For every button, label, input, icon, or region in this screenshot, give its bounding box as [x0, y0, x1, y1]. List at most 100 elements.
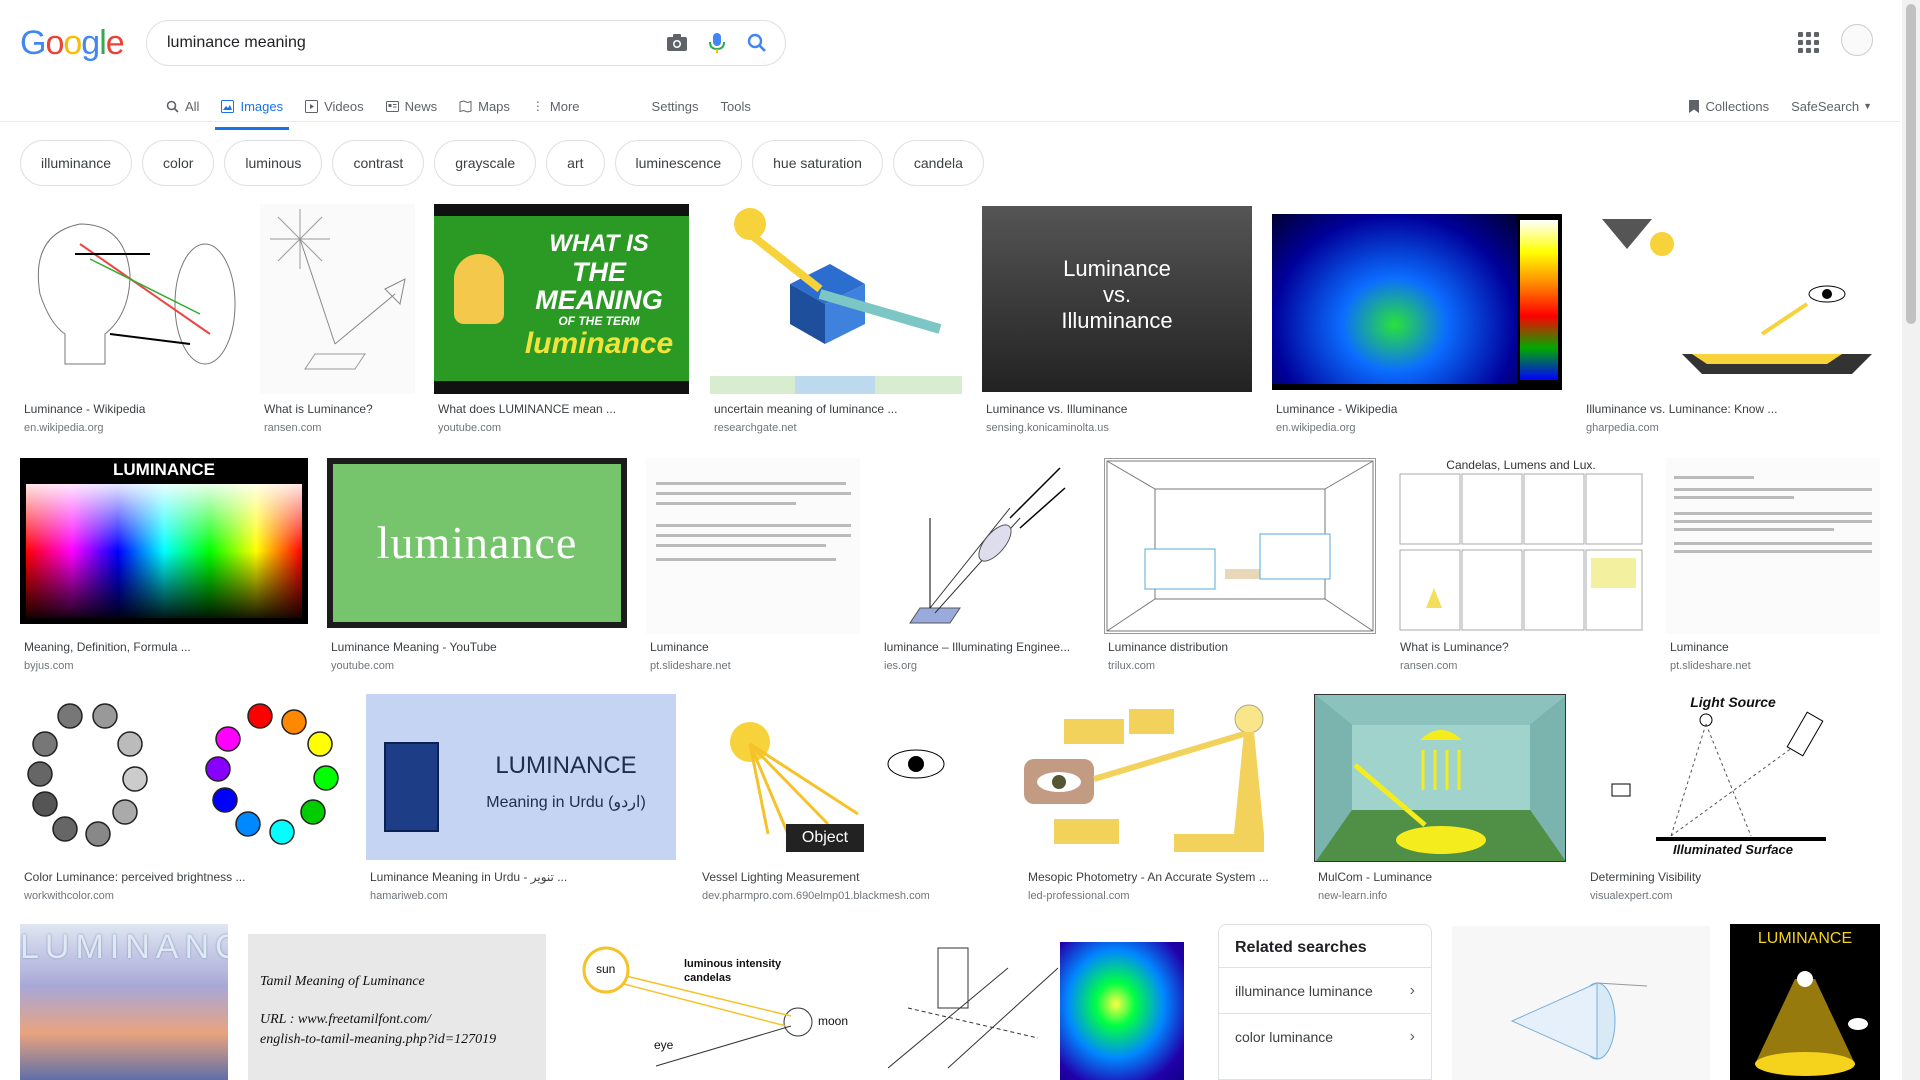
result-title[interactable]: Mesopic Photometry - An Accurate System …	[1028, 870, 1294, 884]
result-title[interactable]: What does LUMINANCE mean ...	[438, 402, 688, 416]
result-card[interactable]: LUMINANCE Meaning in Urdu (اردو) Luminan…	[366, 694, 676, 904]
result-card[interactable]: uncertain meaning of luminance ... resea…	[710, 204, 962, 434]
chip[interactable]: candela	[892, 140, 984, 186]
result-card[interactable]: What is Luminance? ransen.com	[260, 204, 415, 434]
related-item[interactable]: color luminance ›	[1219, 1013, 1431, 1059]
chip[interactable]: art	[546, 140, 605, 186]
safesearch-dropdown[interactable]: SafeSearch ▼	[1791, 99, 1872, 114]
result-card[interactable]: Luminance - Wikipedia en.wikipedia.org	[1272, 204, 1562, 434]
result-title[interactable]: Determining Visibility	[1590, 870, 1880, 884]
result-title[interactable]: Luminance distribution	[1108, 640, 1376, 654]
chip[interactable]: luminescence	[614, 140, 743, 186]
tab-images[interactable]: Images	[215, 90, 289, 130]
result-card[interactable]: Luminance - Wikipedia en.wikipedia.org	[20, 204, 240, 434]
search-icon[interactable]	[737, 23, 777, 63]
result-source: byjus.com	[24, 660, 74, 672]
result-source: pt.slideshare.net	[1670, 660, 1751, 672]
chip[interactable]: grayscale	[434, 140, 537, 186]
tab-all[interactable]: All	[166, 90, 199, 122]
result-thumbnail	[1104, 458, 1376, 634]
result-card[interactable]: Mesopic Photometry - An Accurate System …	[1024, 694, 1294, 904]
result-title[interactable]: uncertain meaning of luminance ...	[714, 402, 962, 416]
result-card[interactable]: LUMINANCE	[1730, 924, 1880, 1080]
result-card[interactable]: sun luminous intensity candelas moon eye	[566, 926, 868, 1080]
thumb-text: Luminance	[1063, 256, 1171, 281]
apps-grid-icon[interactable]	[1796, 30, 1820, 54]
tab-videos[interactable]: Videos	[305, 90, 364, 122]
result-card[interactable]: Color Luminance: perceived brightness ..…	[20, 694, 346, 904]
bookmark-icon	[1688, 99, 1699, 113]
related-searches-panel: Related searches illuminance luminance ›…	[1218, 924, 1432, 1080]
result-card[interactable]: Candelas, Lumens and Lux. What is Lumina…	[1396, 458, 1646, 672]
chip[interactable]: color	[142, 140, 215, 186]
chip[interactable]: illuminance	[20, 140, 133, 186]
thumb-text: luminous intensity	[684, 958, 782, 970]
result-thumbnail: WHAT IS THE MEANING OF THE TERM luminanc…	[434, 204, 689, 394]
result-source: workwithcolor.com	[24, 890, 114, 902]
search-box[interactable]: luminance meaning	[146, 20, 786, 66]
result-card[interactable]: Luminance distribution trilux.com	[1104, 458, 1376, 672]
search-input[interactable]: luminance meaning	[167, 34, 657, 52]
result-card[interactable]: Light Source Illuminated Surface Determi…	[1586, 694, 1880, 904]
result-card[interactable]: MulCom - Luminance new-learn.info	[1314, 694, 1566, 904]
result-title[interactable]: Luminance vs. Illuminance	[986, 402, 1252, 416]
result-card[interactable]: LUMINANCE Meaning, Definition, Formula .…	[20, 458, 308, 672]
result-thumbnail: LUMINANCE	[20, 924, 228, 1080]
result-title[interactable]: Luminance Meaning in Urdu - تنویر ...	[370, 870, 676, 884]
result-thumbnail	[1582, 204, 1880, 394]
result-title[interactable]: Vessel Lighting Measurement	[702, 870, 1004, 884]
page-scrollbar[interactable]	[1902, 0, 1920, 1080]
thumb-text: LUMINANCE	[495, 752, 637, 779]
result-card[interactable]: Tamil Meaning of Luminance URL : www.fre…	[248, 934, 546, 1080]
tab-label: All	[185, 98, 200, 114]
result-title[interactable]: Illuminance vs. Luminance: Know ...	[1586, 402, 1876, 416]
tab-label: Videos	[324, 98, 364, 114]
result-title[interactable]: Luminance Meaning - YouTube	[331, 640, 627, 654]
thumb-text: Illuminated Surface	[1673, 842, 1793, 857]
camera-icon[interactable]	[657, 23, 697, 63]
tab-more[interactable]: ⋮ More	[532, 90, 580, 122]
result-title[interactable]: luminance – Illuminating Enginee...	[884, 640, 1084, 654]
result-card[interactable]: luminance Luminance Meaning - YouTube yo…	[327, 458, 627, 672]
thumb-text: OF THE TERM	[558, 314, 640, 328]
microphone-icon[interactable]	[697, 23, 737, 63]
chip[interactable]: hue saturation	[752, 140, 883, 186]
result-card[interactable]	[1452, 926, 1710, 1080]
result-title[interactable]: Luminance - Wikipedia	[1276, 402, 1562, 416]
result-title[interactable]: Luminance - Wikipedia	[24, 402, 240, 416]
result-card[interactable]: Illuminance vs. Luminance: Know ... ghar…	[1582, 204, 1880, 434]
result-source: en.wikipedia.org	[1276, 422, 1356, 434]
chip[interactable]: contrast	[332, 140, 425, 186]
result-source: youtube.com	[331, 660, 394, 672]
result-title[interactable]: What is Luminance?	[264, 402, 414, 416]
scrollbar-thumb[interactable]	[1906, 4, 1916, 324]
result-title[interactable]: Color Luminance: perceived brightness ..…	[24, 870, 346, 884]
thumb-text: english-to-tamil-meaning.php?id=127019	[260, 1032, 497, 1047]
settings-link[interactable]: Settings	[652, 90, 699, 122]
avatar[interactable]	[1841, 24, 1873, 56]
result-card[interactable]: luminance – Illuminating Enginee... ies.…	[880, 458, 1084, 672]
tools-link[interactable]: Tools	[721, 90, 751, 122]
tab-maps[interactable]: Maps	[459, 90, 510, 122]
result-card[interactable]: Luminance pt.slideshare.net	[1666, 458, 1880, 672]
result-card[interactable]	[888, 928, 1196, 1080]
result-thumbnail: LUMINANCE	[1730, 924, 1880, 1080]
result-title[interactable]: Luminance	[650, 640, 860, 654]
tab-news[interactable]: News	[385, 90, 437, 122]
result-card[interactable]: Object Vessel Lighting Measurement dev.p…	[698, 694, 1004, 904]
result-card[interactable]: WHAT IS THE MEANING OF THE TERM luminanc…	[434, 204, 689, 434]
result-card[interactable]: Luminance pt.slideshare.net	[646, 458, 860, 672]
collections-button[interactable]: Collections	[1688, 99, 1769, 114]
result-title[interactable]: MulCom - Luminance	[1318, 870, 1566, 884]
chip[interactable]: luminous	[224, 140, 323, 186]
tools-label: Tools	[720, 98, 751, 114]
result-card[interactable]: Luminance vs. Illuminance Luminance vs. …	[982, 204, 1252, 434]
google-logo[interactable]: Google	[20, 24, 125, 63]
result-title[interactable]: Meaning, Definition, Formula ...	[24, 640, 308, 654]
caret-down-icon: ▼	[1863, 101, 1872, 111]
result-card[interactable]: LUMINANCE	[20, 924, 228, 1080]
related-item[interactable]: illuminance luminance ›	[1219, 967, 1431, 1013]
result-title[interactable]: What is Luminance?	[1400, 640, 1646, 654]
result-thumbnail: Luminance vs. Illuminance	[982, 206, 1252, 392]
result-title[interactable]: Luminance	[1670, 640, 1880, 654]
